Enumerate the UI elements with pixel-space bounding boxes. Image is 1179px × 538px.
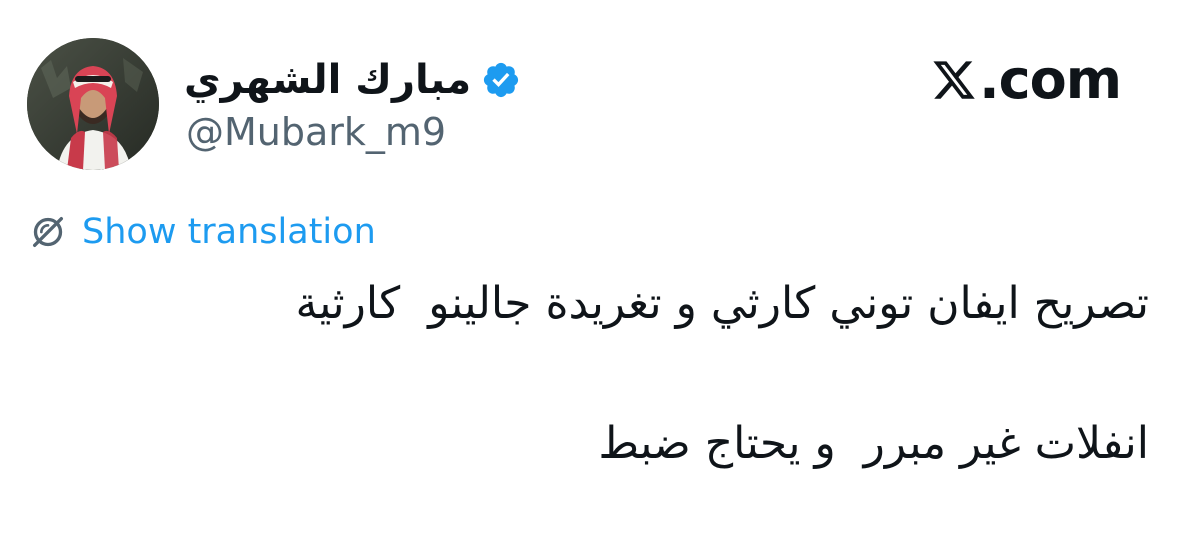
translate-icon	[33, 217, 63, 247]
x-logo-icon	[933, 61, 975, 99]
author-name-row[interactable]: مبارك الشهري	[184, 54, 521, 106]
site-logo[interactable]: .com	[931, 48, 1122, 111]
author-handle[interactable]: @Mubark_m9	[186, 108, 446, 156]
tweet-text-line: انفلات غير مبرر و يحتاج ضبط	[598, 418, 1149, 469]
site-logo-text: .com	[979, 48, 1122, 111]
avatar-image	[27, 38, 159, 170]
display-name[interactable]: مبارك الشهري	[184, 54, 471, 106]
avatar[interactable]	[27, 38, 159, 170]
tweet-text-line: تصريح ايفان توني كارثي و تغريدة جالينو ك…	[295, 278, 1150, 329]
show-translation-link[interactable]: Show translation	[82, 210, 376, 254]
show-translation-button[interactable]: Show translation	[28, 210, 376, 254]
verified-badge-icon	[484, 62, 519, 98]
